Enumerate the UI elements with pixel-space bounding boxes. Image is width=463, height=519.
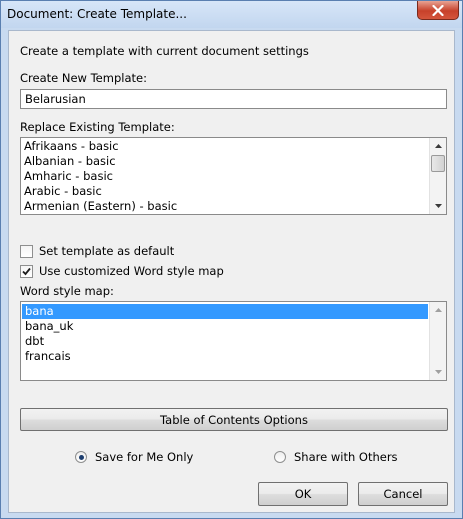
scroll-thumb[interactable]: [431, 155, 445, 172]
scroll-up-icon[interactable]: [430, 138, 446, 154]
word-style-map-label: Word style map:: [20, 284, 114, 298]
list-item[interactable]: Albanian - basic: [21, 154, 429, 169]
word-style-map-list[interactable]: bana bana_uk dbt francais: [20, 301, 447, 381]
set-default-label: Set template as default: [39, 244, 175, 258]
share-with-others-radio[interactable]: [274, 451, 286, 463]
list-item[interactable]: Arabic - basic: [21, 184, 429, 199]
set-default-option[interactable]: Set template as default: [20, 244, 174, 258]
scroll-down-icon[interactable]: [430, 198, 446, 214]
set-default-checkbox[interactable]: [20, 244, 33, 258]
checkmark-icon: [22, 267, 31, 275]
title-bar[interactable]: Document: Create Template...: [1, 1, 462, 28]
ok-button[interactable]: OK: [258, 482, 348, 506]
create-new-template-input[interactable]: Belarusian: [20, 89, 447, 109]
list-item[interactable]: Armenian (Eastern) - basic: [21, 199, 429, 214]
use-style-map-option[interactable]: Use customized Word style map: [20, 264, 224, 278]
scroll-up-icon[interactable]: [430, 302, 446, 318]
close-icon: [432, 4, 444, 16]
create-template-dialog: Document: Create Template... Create a te…: [0, 0, 463, 519]
vertical-scrollbar[interactable]: [429, 138, 446, 214]
radio-selected-dot: [78, 454, 84, 460]
list-item-selected[interactable]: bana: [22, 304, 428, 319]
list-item[interactable]: francais: [22, 349, 428, 364]
create-new-template-label: Create New Template:: [20, 71, 147, 85]
share-with-others-option[interactable]: Share with Others: [274, 450, 398, 464]
close-button[interactable]: [417, 1, 459, 20]
share-with-others-label: Share with Others: [294, 450, 398, 464]
list-item[interactable]: Afrikaans - basic: [21, 139, 429, 154]
list-item[interactable]: bana_uk: [22, 319, 428, 334]
description-text: Create a template with current document …: [20, 44, 309, 58]
list-item[interactable]: Amharic - basic: [21, 169, 429, 184]
table-of-contents-options-button[interactable]: Table of Contents Options: [20, 408, 448, 431]
list-item[interactable]: dbt: [22, 334, 428, 349]
dialog-body: Create a template with current document …: [8, 30, 455, 513]
use-style-map-checkbox[interactable]: [20, 264, 33, 278]
window-title: Document: Create Template...: [7, 7, 187, 21]
replace-existing-template-label: Replace Existing Template:: [20, 120, 175, 134]
save-for-me-only-radio[interactable]: [75, 451, 87, 463]
cancel-button[interactable]: Cancel: [358, 482, 448, 506]
scroll-down-icon[interactable]: [430, 364, 446, 380]
use-style-map-label: Use customized Word style map: [39, 264, 224, 278]
vertical-scrollbar[interactable]: [429, 302, 446, 380]
replace-existing-template-list[interactable]: Afrikaans - basic Albanian - basic Amhar…: [20, 137, 447, 215]
save-for-me-only-label: Save for Me Only: [95, 450, 194, 464]
save-for-me-only-option[interactable]: Save for Me Only: [75, 450, 193, 464]
